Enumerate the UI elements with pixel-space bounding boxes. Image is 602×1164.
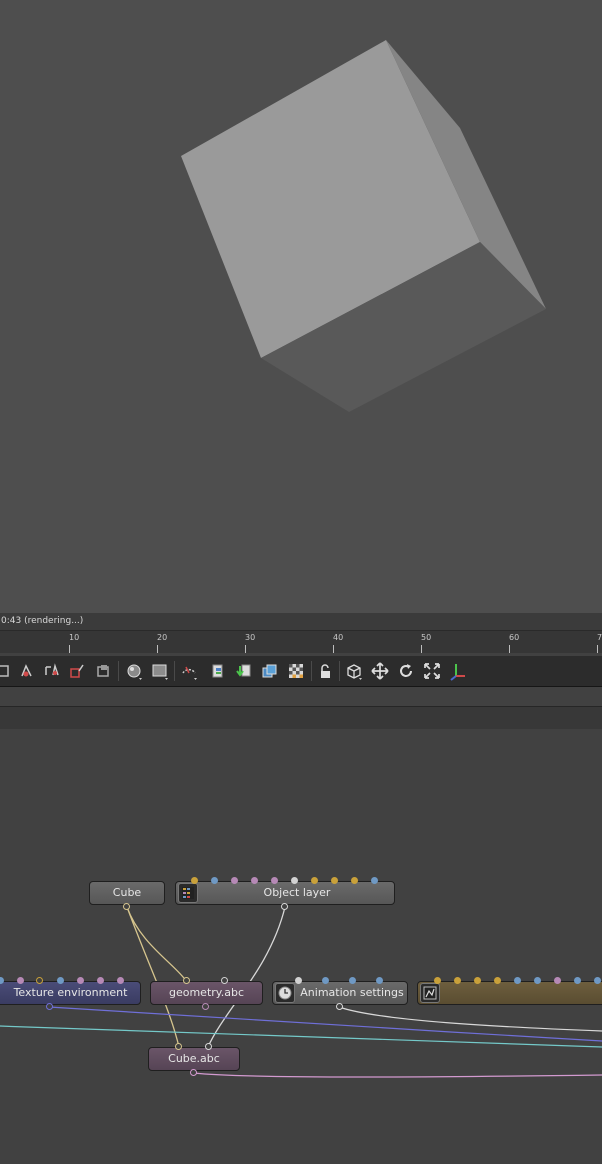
timeline-ruler[interactable]: 10 20 30 40 50 60 7: [0, 630, 602, 653]
cube-view-icon[interactable]: [344, 661, 364, 681]
node-label: Animation settings: [300, 986, 404, 999]
lock-icon[interactable]: [315, 661, 335, 681]
input-pin[interactable]: [117, 977, 124, 984]
input-pin[interactable]: [191, 877, 198, 884]
input-pin[interactable]: [349, 977, 356, 984]
render-status: 0:43 (rendering...): [0, 613, 602, 630]
move-icon[interactable]: [370, 661, 390, 681]
object-layer-icon: [178, 883, 198, 903]
node-object-layer[interactable]: Object layer: [175, 881, 395, 905]
focus-picker-icon[interactable]: [42, 661, 62, 681]
timeline-tick-label: 30: [245, 633, 256, 642]
input-pin[interactable]: [574, 977, 581, 984]
picking-icon[interactable]: [17, 661, 37, 681]
reset-icon[interactable]: [396, 661, 416, 681]
node-label: Cube: [112, 886, 142, 899]
timeline-tick-label: 10: [69, 633, 80, 642]
input-pin[interactable]: [474, 977, 481, 984]
input-pin[interactable]: [514, 977, 521, 984]
input-pin[interactable]: [175, 1043, 182, 1050]
output-pin[interactable]: [336, 1003, 343, 1010]
input-pin[interactable]: [371, 877, 378, 884]
node-animation-settings[interactable]: Animation settings: [272, 981, 408, 1005]
input-pin[interactable]: [454, 977, 461, 984]
input-pin[interactable]: [534, 977, 541, 984]
input-pin[interactable]: [434, 977, 441, 984]
node-render-target[interactable]: [417, 981, 602, 1005]
alpha-checker-icon[interactable]: [286, 661, 306, 681]
node-cube[interactable]: Cube: [89, 881, 165, 905]
toolbar-separator: [174, 661, 175, 681]
output-pin[interactable]: [190, 1069, 197, 1076]
node-label: Texture environment: [13, 986, 128, 999]
output-pin[interactable]: [123, 903, 130, 910]
toolbar-separator: [118, 661, 119, 681]
timeline-tick-label: 40: [333, 633, 344, 642]
input-pin[interactable]: [77, 977, 84, 984]
timeline-tick: [509, 645, 510, 653]
copy-icon[interactable]: [208, 661, 228, 681]
input-pin[interactable]: [291, 877, 298, 884]
input-pin[interactable]: [211, 877, 218, 884]
timeline-tick: [597, 645, 598, 653]
render-region-icon[interactable]: [0, 661, 14, 681]
timeline-tick-label: 60: [509, 633, 520, 642]
input-pin[interactable]: [554, 977, 561, 984]
input-pin[interactable]: [376, 977, 383, 984]
node-graph-tab-bar[interactable]: [0, 706, 602, 730]
input-pin[interactable]: [295, 977, 302, 984]
input-pin[interactable]: [183, 977, 190, 984]
toolbar-separator: [311, 661, 312, 681]
input-pin[interactable]: [271, 877, 278, 884]
timeline-tick-label: 50: [421, 633, 432, 642]
axis-icon[interactable]: [448, 661, 468, 681]
input-pin[interactable]: [36, 977, 43, 984]
node-texture-environment[interactable]: Texture environment: [0, 981, 141, 1005]
input-pin[interactable]: [221, 977, 228, 984]
viewport-toolbar: [0, 656, 602, 687]
input-pin[interactable]: [205, 1043, 212, 1050]
input-pin[interactable]: [594, 977, 601, 984]
rendered-cube: [181, 40, 546, 412]
timeline-tick: [245, 645, 246, 653]
render-viewport[interactable]: [0, 0, 602, 613]
node-graph-editor[interactable]: Cube Object layer Texture environment ge…: [0, 729, 602, 1164]
input-pin[interactable]: [231, 877, 238, 884]
input-pin[interactable]: [251, 877, 258, 884]
timeline-tick: [157, 645, 158, 653]
input-pin[interactable]: [351, 877, 358, 884]
node-label: geometry.abc: [168, 986, 244, 999]
input-pin[interactable]: [331, 877, 338, 884]
timeline-tick-label: 7: [597, 633, 602, 642]
timeline-tick-label: 20: [157, 633, 168, 642]
input-pin[interactable]: [494, 977, 501, 984]
clock-icon: [275, 983, 295, 1003]
timeline-tick: [421, 645, 422, 653]
input-pin[interactable]: [17, 977, 24, 984]
node-label: Cube.abc: [168, 1052, 220, 1065]
display-mode-icon[interactable]: [150, 661, 170, 681]
bounding-box-icon[interactable]: [93, 661, 113, 681]
priority-icon[interactable]: [179, 661, 199, 681]
toolbar-separator: [339, 661, 340, 681]
layers-icon[interactable]: [260, 661, 280, 681]
output-pin[interactable]: [281, 903, 288, 910]
timeline-tick: [69, 645, 70, 653]
input-pin[interactable]: [97, 977, 104, 984]
input-pin[interactable]: [322, 977, 329, 984]
node-geometry-abc[interactable]: geometry.abc: [150, 981, 263, 1005]
fit-icon[interactable]: [422, 661, 442, 681]
import-icon[interactable]: [234, 661, 254, 681]
node-label: Object layer: [263, 886, 331, 899]
input-pin[interactable]: [311, 877, 318, 884]
output-pin[interactable]: [46, 1003, 53, 1010]
timeline-tick: [333, 645, 334, 653]
input-pin[interactable]: [57, 977, 64, 984]
render-filter-icon[interactable]: [124, 661, 144, 681]
camera-picker-icon[interactable]: [67, 661, 87, 681]
output-pin[interactable]: [202, 1003, 209, 1010]
node-connections: [0, 906, 602, 1078]
node-cube-abc[interactable]: Cube.abc: [148, 1047, 240, 1071]
render-target-icon: [420, 983, 440, 1003]
